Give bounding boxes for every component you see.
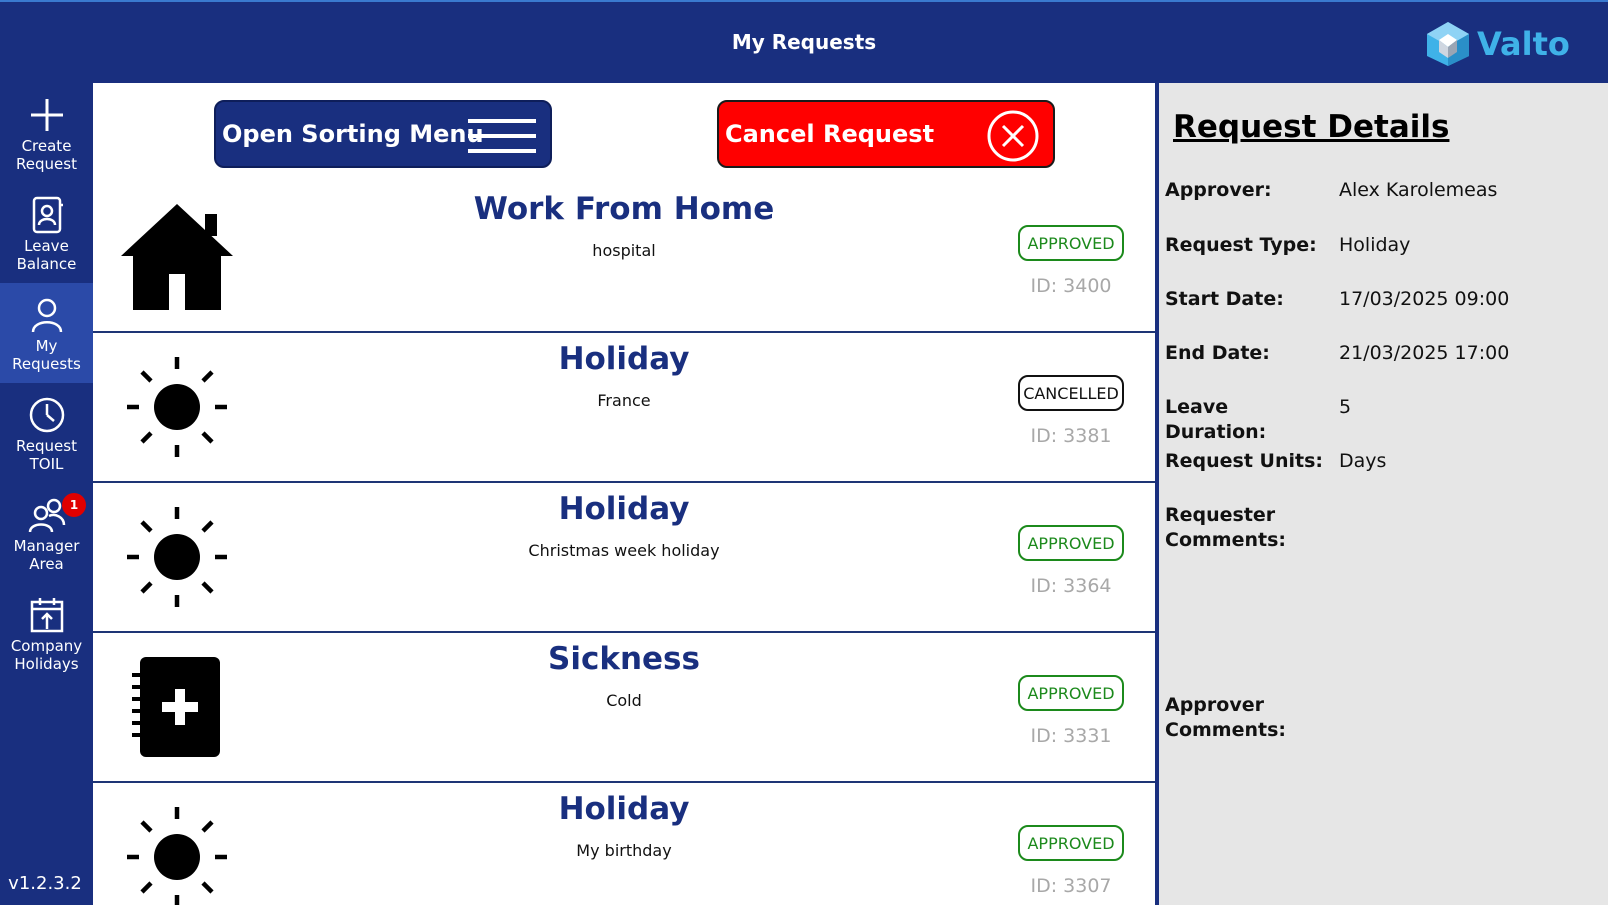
cancel-request-button[interactable]: Cancel Request: [717, 100, 1055, 168]
person-icon: [31, 298, 62, 333]
request-units-value: Days: [1339, 450, 1387, 472]
leave-duration-label: Leave Duration:: [1165, 396, 1267, 443]
page-title: My Requests: [731, 30, 877, 54]
hamburger-menu-icon: [468, 119, 536, 153]
sidebar-item-label: My Requests: [12, 337, 81, 373]
plus-icon: [30, 99, 63, 131]
people-icon: [28, 498, 65, 533]
sort-button-label: Open Sorting Menu: [222, 120, 484, 148]
clock-icon: [29, 397, 64, 433]
request-row[interactable]: Holiday My birthday APPROVED ID: 3307: [93, 783, 1155, 905]
cancel-button-label: Cancel Request: [725, 120, 935, 148]
request-type: Holiday: [558, 491, 690, 527]
leave-duration-value: 5: [1339, 396, 1352, 418]
status-badge: APPROVED: [1018, 825, 1124, 861]
status-badge: APPROVED: [1018, 525, 1124, 561]
request-type-value: Holiday: [1339, 234, 1411, 256]
status-badge: APPROVED: [1018, 675, 1124, 711]
request-reason: France: [597, 391, 651, 410]
end-date-label: End Date:: [1165, 342, 1270, 364]
request-details-panel: Request Details Approver: Alex Karolemea…: [1155, 83, 1608, 905]
sidebar-item-manager-area[interactable]: 1 Manager Area: [0, 483, 93, 583]
request-reason: Cold: [606, 691, 642, 710]
request-type-label: Request Type:: [1165, 234, 1317, 256]
request-reason: My birthday: [576, 841, 672, 860]
sidebar-item-label: Leave Balance: [16, 237, 77, 273]
request-id: ID: 3381: [1030, 425, 1112, 447]
request-type: Holiday: [558, 341, 690, 377]
close-circle-icon: [987, 110, 1039, 162]
valto-cube-icon: [1427, 22, 1469, 66]
request-id: ID: 3364: [1030, 575, 1112, 597]
open-sorting-menu-button[interactable]: Open Sorting Menu: [214, 100, 552, 168]
end-date-value: 21/03/2025 17:00: [1339, 342, 1510, 364]
calendar-icon: [30, 598, 63, 633]
sidebar-item-company-holidays[interactable]: Company Holidays: [0, 583, 93, 683]
sidebar-nav: Create Request Leave Balance My Requests Re…: [0, 83, 93, 905]
sidebar-item-request-toil[interactable]: Request TOIL: [0, 383, 93, 483]
request-id: ID: 3307: [1030, 875, 1112, 897]
app-header: My Requests Valto: [0, 0, 1608, 83]
sidebar-item-label: Company Holidays: [10, 637, 83, 673]
sidebar-item-label: Request TOIL: [16, 437, 77, 473]
request-row[interactable]: Holiday France CANCELLED ID: 3381: [93, 333, 1155, 483]
notification-badge: 1: [62, 493, 86, 517]
request-reason: Christmas week holiday: [528, 541, 720, 560]
approver-value: Alex Karolemeas: [1339, 179, 1498, 201]
request-row[interactable]: Work From Home hospital APPROVED ID: 340…: [93, 183, 1155, 333]
request-units-label: Request Units:: [1165, 450, 1323, 472]
sidebar-item-create-request[interactable]: Create Request: [0, 83, 93, 183]
approver-comments-label: Approver Comments:: [1165, 694, 1286, 741]
requester-comments-label: Requester Comments:: [1165, 504, 1286, 551]
request-row[interactable]: Holiday Christmas week holiday APPROVED …: [93, 483, 1155, 633]
requests-panel: Open Sorting Menu Cancel Request Work Fr…: [93, 83, 1155, 905]
sidebar-item-leave-balance[interactable]: Leave Balance: [0, 183, 93, 283]
request-reason: hospital: [592, 241, 656, 260]
request-type: Sickness: [548, 641, 700, 677]
approver-label: Approver:: [1165, 179, 1272, 201]
logo-text: Valto: [1477, 25, 1570, 63]
start-date-label: Start Date:: [1165, 288, 1284, 310]
version-label: v1.2.3.2: [8, 873, 82, 894]
request-type: Work From Home: [473, 191, 775, 227]
sidebar-item-my-requests[interactable]: My Requests: [0, 283, 93, 383]
sidebar-item-label: Create Request: [16, 137, 77, 173]
status-badge: CANCELLED: [1018, 375, 1124, 411]
request-type: Holiday: [558, 791, 690, 827]
request-id: ID: 3331: [1030, 725, 1112, 747]
valto-logo: Valto: [1425, 20, 1570, 68]
request-id: ID: 3400: [1030, 275, 1112, 297]
request-row[interactable]: Sickness Cold APPROVED ID: 3331: [93, 633, 1155, 783]
status-badge: APPROVED: [1018, 225, 1124, 261]
contact-book-icon: [32, 196, 63, 234]
sidebar-item-label: Manager Area: [13, 537, 80, 573]
start-date-value: 17/03/2025 09:00: [1339, 288, 1510, 310]
details-title: Request Details: [1173, 109, 1450, 145]
